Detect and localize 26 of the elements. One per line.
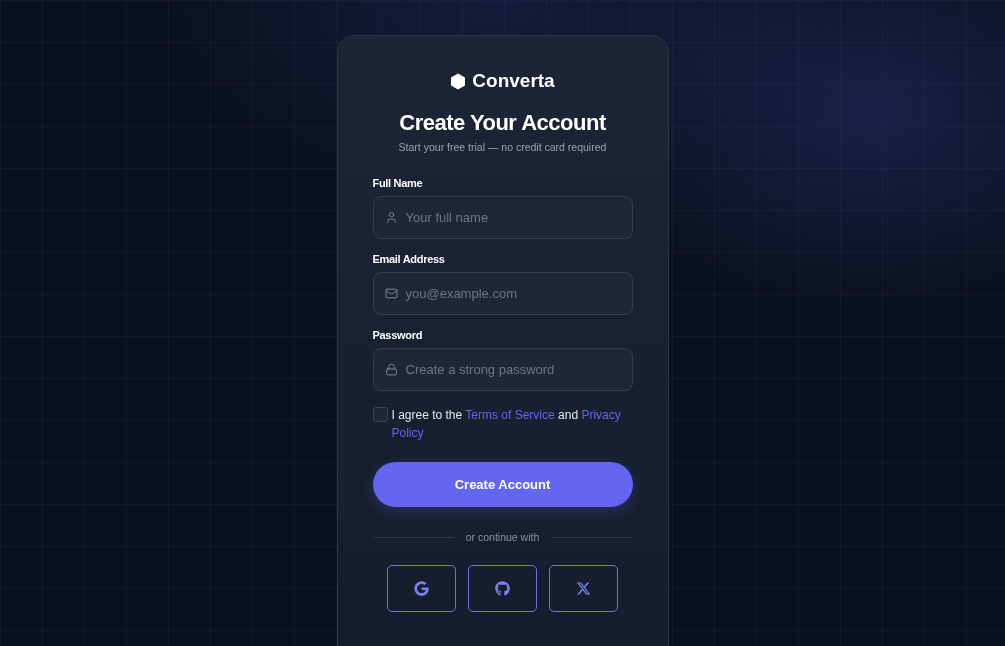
input-field[interactable]: Your full name [372, 196, 633, 239]
policy-link[interactable]: Terms of Service [465, 408, 555, 422]
terms-checkbox[interactable] [372, 407, 388, 422]
x-icon [576, 581, 591, 596]
person-icon [384, 211, 398, 224]
terms-agreement-text: I agree to the Terms of Service and Privacy Policy [391, 407, 621, 442]
google-button[interactable] [387, 565, 456, 612]
envelope-icon [384, 287, 398, 300]
github-icon [495, 581, 510, 596]
input-field[interactable]: Create a strong password [372, 348, 633, 391]
hexagon-logo-icon [450, 72, 467, 90]
field-label: Password [372, 329, 424, 341]
google-icon [414, 581, 429, 596]
field-label: Email Address [372, 253, 446, 265]
subtitle: Start your free trial — no credit card required [397, 141, 608, 153]
policy-link[interactable]: Privacy [581, 408, 621, 422]
create-account-button[interactable]: Create Account [372, 462, 633, 507]
policy-link[interactable]: Policy [391, 426, 424, 440]
field-label: Full Name [372, 177, 424, 189]
github-button[interactable] [468, 565, 537, 612]
page-title: Create Your Account [398, 110, 607, 136]
x-button[interactable] [549, 565, 618, 612]
input-field[interactable]: you@example.com [372, 272, 633, 315]
padlock-icon [384, 363, 398, 376]
brand-name: Converta [472, 70, 555, 92]
divider-text: or continue with [465, 531, 540, 543]
